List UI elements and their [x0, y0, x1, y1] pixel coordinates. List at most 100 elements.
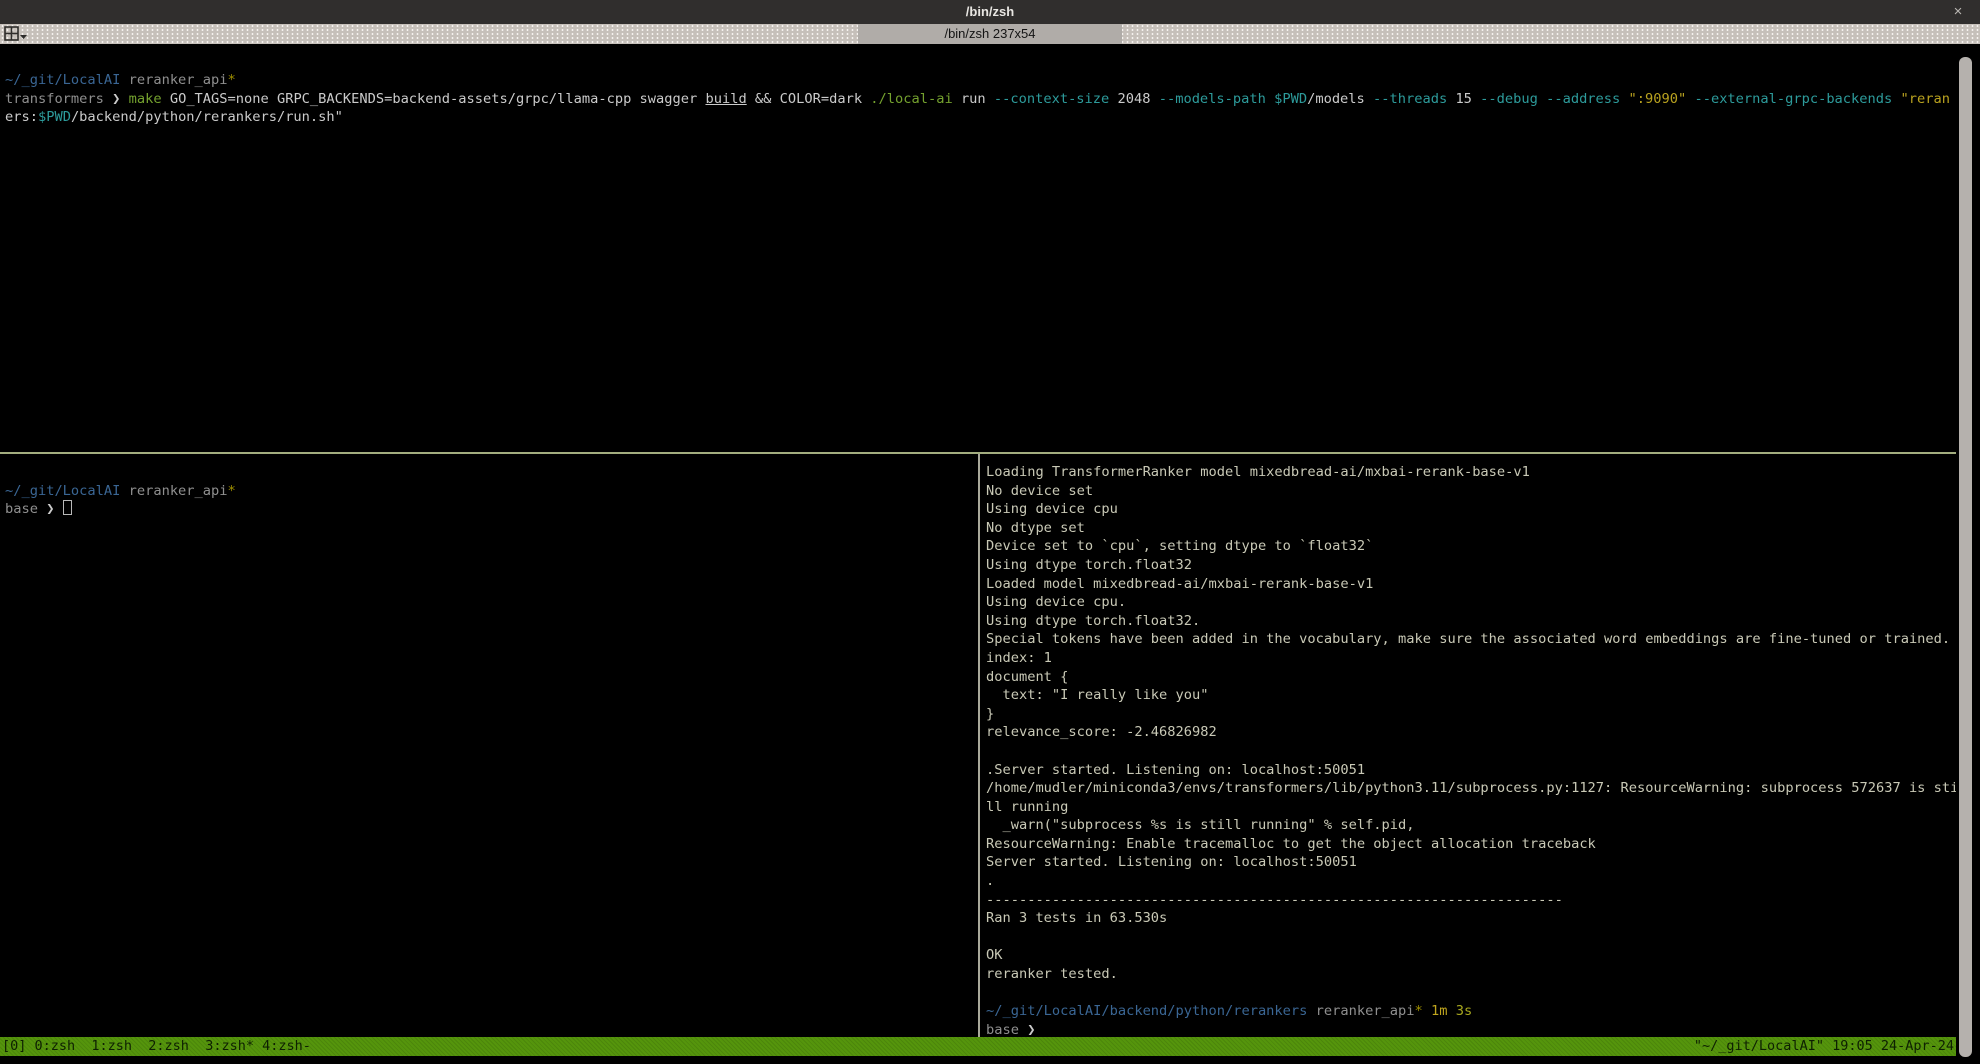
- terminal-line: Ran 3 tests in 63.530s: [986, 909, 1957, 928]
- text-cursor: [63, 500, 72, 515]
- terminal-text: reranker tested.: [986, 966, 1118, 982]
- terminal-text: Special tokens have been added in the vo…: [986, 631, 1950, 647]
- terminal-screen: ~/_git/LocalAI reranker_api*transformers…: [0, 44, 1980, 1064]
- terminal-text: Loading TransformerRanker model mixedbre…: [986, 464, 1530, 480]
- terminal-text: ~/_git/LocalAI/backend/python/rerankers: [986, 1003, 1307, 1019]
- terminal-text: [1892, 91, 1900, 107]
- terminal-line: ~/_git/LocalAI reranker_api*: [5, 71, 1951, 90]
- close-icon[interactable]: ×: [1948, 0, 1968, 24]
- terminal-text: .: [986, 873, 994, 889]
- terminal-line: reranker tested.: [986, 965, 1957, 984]
- terminal-line: [986, 742, 1957, 761]
- terminal-text: [1620, 91, 1628, 107]
- terminal-line: Using dtype torch.float32.: [986, 612, 1957, 631]
- tmux-status-right: "~/_git/LocalAI" 19:05 24-Apr-24: [1694, 1037, 1954, 1056]
- terminal-text: Server started. Listening on: localhost:…: [986, 854, 1357, 870]
- terminal-text: reranker_api: [120, 483, 227, 499]
- terminal-text: --external-grpc-backends: [1694, 91, 1892, 107]
- window-title: /bin/zsh: [966, 4, 1014, 19]
- terminal-text: run: [953, 91, 994, 107]
- tmux-window-list[interactable]: [0] 0:zsh 1:zsh 2:zsh 3:zsh* 4:zsh-: [2, 1037, 311, 1056]
- terminal-text: GO_TAGS=none GRPC_BACKENDS=backend-asset…: [162, 91, 706, 107]
- terminal-line: transformers ❯ make GO_TAGS=none GRPC_BA…: [5, 90, 1951, 109]
- terminal-text: No dtype set: [986, 520, 1085, 536]
- terminal-line: base ❯: [5, 500, 977, 519]
- terminal-line: No device set: [986, 482, 1957, 501]
- terminal-line: Special tokens have been added in the vo…: [986, 630, 1957, 649]
- terminal-line: Using dtype torch.float32: [986, 556, 1957, 575]
- scrollbar-thumb[interactable]: [1959, 57, 1972, 1057]
- terminal-text: Device set to `cpu`, setting dtype to `f…: [986, 538, 1373, 554]
- tmux-pane-bottom-left[interactable]: ~/_git/LocalAI reranker_api*base ❯: [0, 454, 977, 1037]
- terminal-text: Using dtype torch.float32: [986, 557, 1192, 573]
- terminal-line: Using device cpu: [986, 500, 1957, 519]
- terminal-line: .: [986, 872, 1957, 891]
- terminal-line: [986, 984, 1957, 1003]
- terminal-line: Loading TransformerRanker model mixedbre…: [986, 463, 1957, 482]
- terminal-text: --threads: [1373, 91, 1447, 107]
- terminal-text: ResourceWarning: Enable tracemalloc to g…: [986, 836, 1596, 852]
- tab-label: /bin/zsh 237x54: [858, 24, 1121, 44]
- terminal-text: ~/_git/LocalAI: [5, 483, 120, 499]
- terminal-line: Loaded model mixedbread-ai/mxbai-rerank-…: [986, 575, 1957, 594]
- terminal-text: reranker_api: [1307, 1003, 1414, 1019]
- terminal-text: && COLOR=dark: [747, 91, 871, 107]
- terminal-text: $PWD: [1274, 91, 1307, 107]
- window-menu-icon[interactable]: [4, 26, 28, 42]
- terminal-line: Server started. Listening on: localhost:…: [986, 853, 1957, 872]
- terminal-line: ----------------------------------------…: [986, 891, 1957, 910]
- terminal-text: *: [1415, 1003, 1423, 1019]
- terminal-text: base: [986, 1022, 1027, 1037]
- terminal-line: index: 1: [986, 649, 1957, 668]
- terminal-text: document {: [986, 669, 1068, 685]
- tmux-vertical-divider[interactable]: [978, 454, 980, 1037]
- terminal-line: No dtype set: [986, 519, 1957, 538]
- terminal-text: ❯: [1027, 1022, 1035, 1037]
- terminal-line: /home/mudler/miniconda3/envs/transformer…: [986, 779, 1957, 798]
- terminal-line: [5, 463, 977, 482]
- terminal-text: Using device cpu.: [986, 594, 1126, 610]
- terminal-text: ll running: [986, 799, 1068, 815]
- terminal-text: $PWD: [38, 109, 71, 125]
- terminal-line: OK: [986, 946, 1957, 965]
- terminal-text: --models-path: [1159, 91, 1266, 107]
- scrollbar-track[interactable]: [1956, 44, 1980, 1064]
- tmux-pane-top[interactable]: ~/_git/LocalAI reranker_api*transformers…: [0, 44, 1951, 453]
- terminal-line: [986, 928, 1957, 947]
- terminal-text: reranker_api: [120, 72, 227, 88]
- terminal-text: Using dtype torch.float32.: [986, 613, 1200, 629]
- terminal-text: Using device cpu: [986, 501, 1118, 517]
- terminal-text: ----------------------------------------…: [986, 892, 1563, 908]
- terminal-line: ~/_git/LocalAI reranker_api*: [5, 482, 977, 501]
- terminal-line: .Server started. Listening on: localhost…: [986, 761, 1957, 780]
- terminal-text: No device set: [986, 483, 1093, 499]
- terminal-text: make: [129, 91, 162, 107]
- terminal-text: relevance_score: -2.46826982: [986, 724, 1217, 740]
- terminal-line: ll running: [986, 798, 1957, 817]
- terminal-text: [1448, 1003, 1456, 1019]
- terminal-text: ❯: [46, 501, 62, 517]
- terminal-text: --context-size: [994, 91, 1109, 107]
- terminal-text: ers:: [5, 109, 38, 125]
- terminal-line: ~/_git/LocalAI/backend/python/rerankers …: [986, 1002, 1957, 1021]
- terminal-text: Loaded model mixedbread-ai/mxbai-rerank-…: [986, 576, 1373, 592]
- terminal-text: ❯: [112, 91, 128, 107]
- terminal-text: text: "I really like you": [986, 687, 1209, 703]
- terminal-text: [1266, 91, 1274, 107]
- terminal-text: transformers: [5, 91, 112, 107]
- terminal-text: ./local-ai: [870, 91, 952, 107]
- terminal-text: [1423, 1003, 1431, 1019]
- terminal-text: --address: [1546, 91, 1620, 107]
- terminal-text: OK: [986, 947, 1002, 963]
- terminal-text: 3s: [1456, 1003, 1472, 1019]
- terminal-text: ":9090": [1629, 91, 1687, 107]
- tmux-pane-bottom-right[interactable]: Loading TransformerRanker model mixedbre…: [986, 454, 1957, 1037]
- terminal-text: /models: [1307, 91, 1373, 107]
- terminal-text: build: [705, 91, 746, 107]
- terminal-text: *: [228, 72, 236, 88]
- terminal-line: base ❯: [986, 1021, 1957, 1037]
- terminal-line: Using device cpu.: [986, 593, 1957, 612]
- terminal-text: /backend/python/rerankers/run.sh": [71, 109, 343, 125]
- terminal-text: index: 1: [986, 650, 1052, 666]
- tmux-status-bar: [0] 0:zsh 1:zsh 2:zsh 3:zsh* 4:zsh- "~/_…: [0, 1037, 1956, 1056]
